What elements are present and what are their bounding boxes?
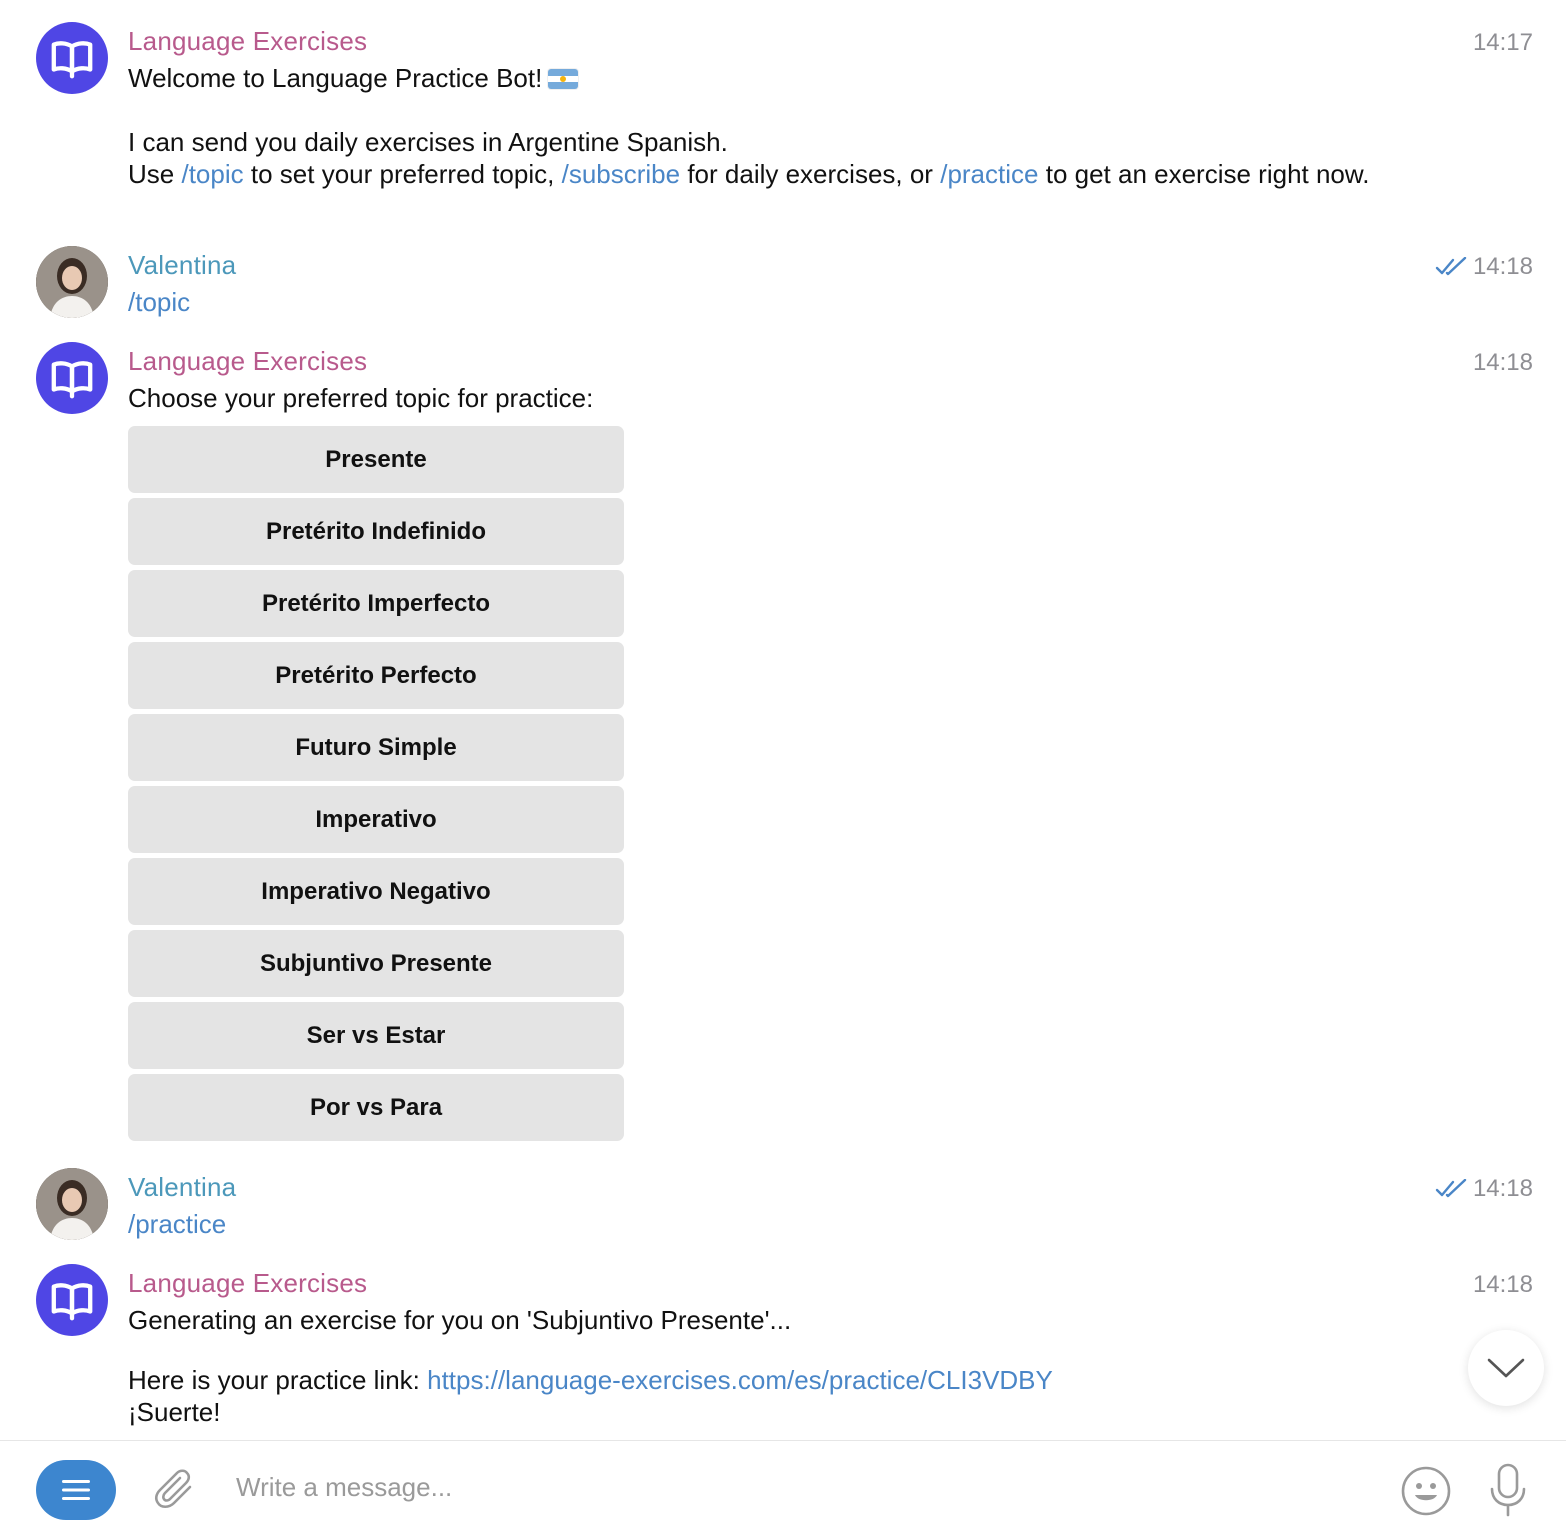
microphone-icon[interactable] — [1486, 1461, 1530, 1521]
command-practice-link[interactable]: /practice — [940, 159, 1038, 189]
paperclip-icon[interactable] — [152, 1465, 200, 1513]
double-check-icon — [1435, 1179, 1467, 1198]
message-text: Choose your preferred topic for practice… — [128, 383, 594, 413]
message-time: 14:18 — [1472, 1271, 1533, 1298]
book-icon — [51, 41, 93, 79]
user-photo-icon — [36, 1168, 108, 1240]
message-bot-choose-topic: Language Exercises 14:18 Choose your pre… — [0, 342, 1566, 1142]
double-check-icon — [1435, 257, 1467, 276]
message-time: 14:17 — [1472, 29, 1533, 56]
inline-keyboard: Presente Pretérito Indefinido Pretérito … — [128, 426, 624, 1146]
command-subscribe-link[interactable]: /subscribe — [562, 159, 681, 189]
message-text: Generating an exercise for you on 'Subju… — [128, 1305, 1053, 1427]
book-icon — [51, 1283, 93, 1321]
command-topic-link[interactable]: /topic — [181, 159, 243, 189]
sender-name[interactable]: Language Exercises — [128, 26, 367, 56]
bot-avatar[interactable] — [36, 1264, 108, 1336]
chevron-down-icon — [1487, 1358, 1525, 1378]
message-command[interactable]: /topic — [128, 286, 1398, 318]
message-bot-welcome: Language Exercises 14:17 Welcome to Lang… — [0, 22, 1566, 222]
menu-icon — [62, 1480, 90, 1500]
topic-button-preterito-perfecto[interactable]: Pretérito Perfecto — [128, 642, 624, 709]
user-avatar[interactable] — [36, 246, 108, 318]
sender-name[interactable]: Language Exercises — [128, 346, 367, 376]
topic-button-ser-vs-estar[interactable]: Ser vs Estar — [128, 1002, 624, 1069]
chat-history[interactable]: Language Exercises 14:17 Welcome to Lang… — [0, 0, 1566, 1440]
sender-name[interactable]: Valentina — [128, 1172, 236, 1202]
message-input[interactable] — [236, 1467, 1336, 1507]
message-user-practice: Valentina 14:18 /practice — [0, 1168, 1566, 1248]
topic-button-imperativo[interactable]: Imperativo — [128, 786, 624, 853]
bot-avatar[interactable] — [36, 342, 108, 414]
argentina-flag-icon — [548, 69, 579, 89]
scroll-to-bottom-button[interactable] — [1468, 1330, 1544, 1406]
message-bot-exercise-link: Language Exercises 14:18 Generating an e… — [0, 1264, 1566, 1440]
message-text: Welcome to Language Practice Bot! I can … — [128, 63, 1370, 189]
message-user-topic: Valentina 14:18 /topic — [0, 246, 1566, 326]
message-time: 14:18 — [1435, 1174, 1533, 1204]
practice-link[interactable]: https://language-exercises.com/es/practi… — [427, 1365, 1053, 1395]
topic-button-imperativo-negativo[interactable]: Imperativo Negativo — [128, 858, 624, 925]
bot-avatar[interactable] — [36, 22, 108, 94]
topic-button-subjuntivo-presente[interactable]: Subjuntivo Presente — [128, 930, 624, 997]
sender-name[interactable]: Valentina — [128, 250, 236, 280]
topic-button-por-vs-para[interactable]: Por vs Para — [128, 1074, 624, 1141]
sender-name[interactable]: Language Exercises — [128, 1268, 367, 1298]
smiley-icon[interactable] — [1400, 1465, 1452, 1517]
user-photo-icon — [36, 246, 108, 318]
topic-button-preterito-indefinido[interactable]: Pretérito Indefinido — [128, 498, 624, 565]
bot-menu-button[interactable] — [36, 1460, 116, 1520]
user-avatar[interactable] — [36, 1168, 108, 1240]
book-icon — [51, 361, 93, 399]
topic-button-presente[interactable]: Presente — [128, 426, 624, 493]
message-time: 14:18 — [1472, 349, 1533, 376]
topic-button-futuro-simple[interactable]: Futuro Simple — [128, 714, 624, 781]
message-time: 14:18 — [1435, 252, 1533, 282]
message-composer — [0, 1440, 1566, 1531]
message-command[interactable]: /practice — [128, 1208, 1398, 1240]
topic-button-preterito-imperfecto[interactable]: Pretérito Imperfecto — [128, 570, 624, 637]
